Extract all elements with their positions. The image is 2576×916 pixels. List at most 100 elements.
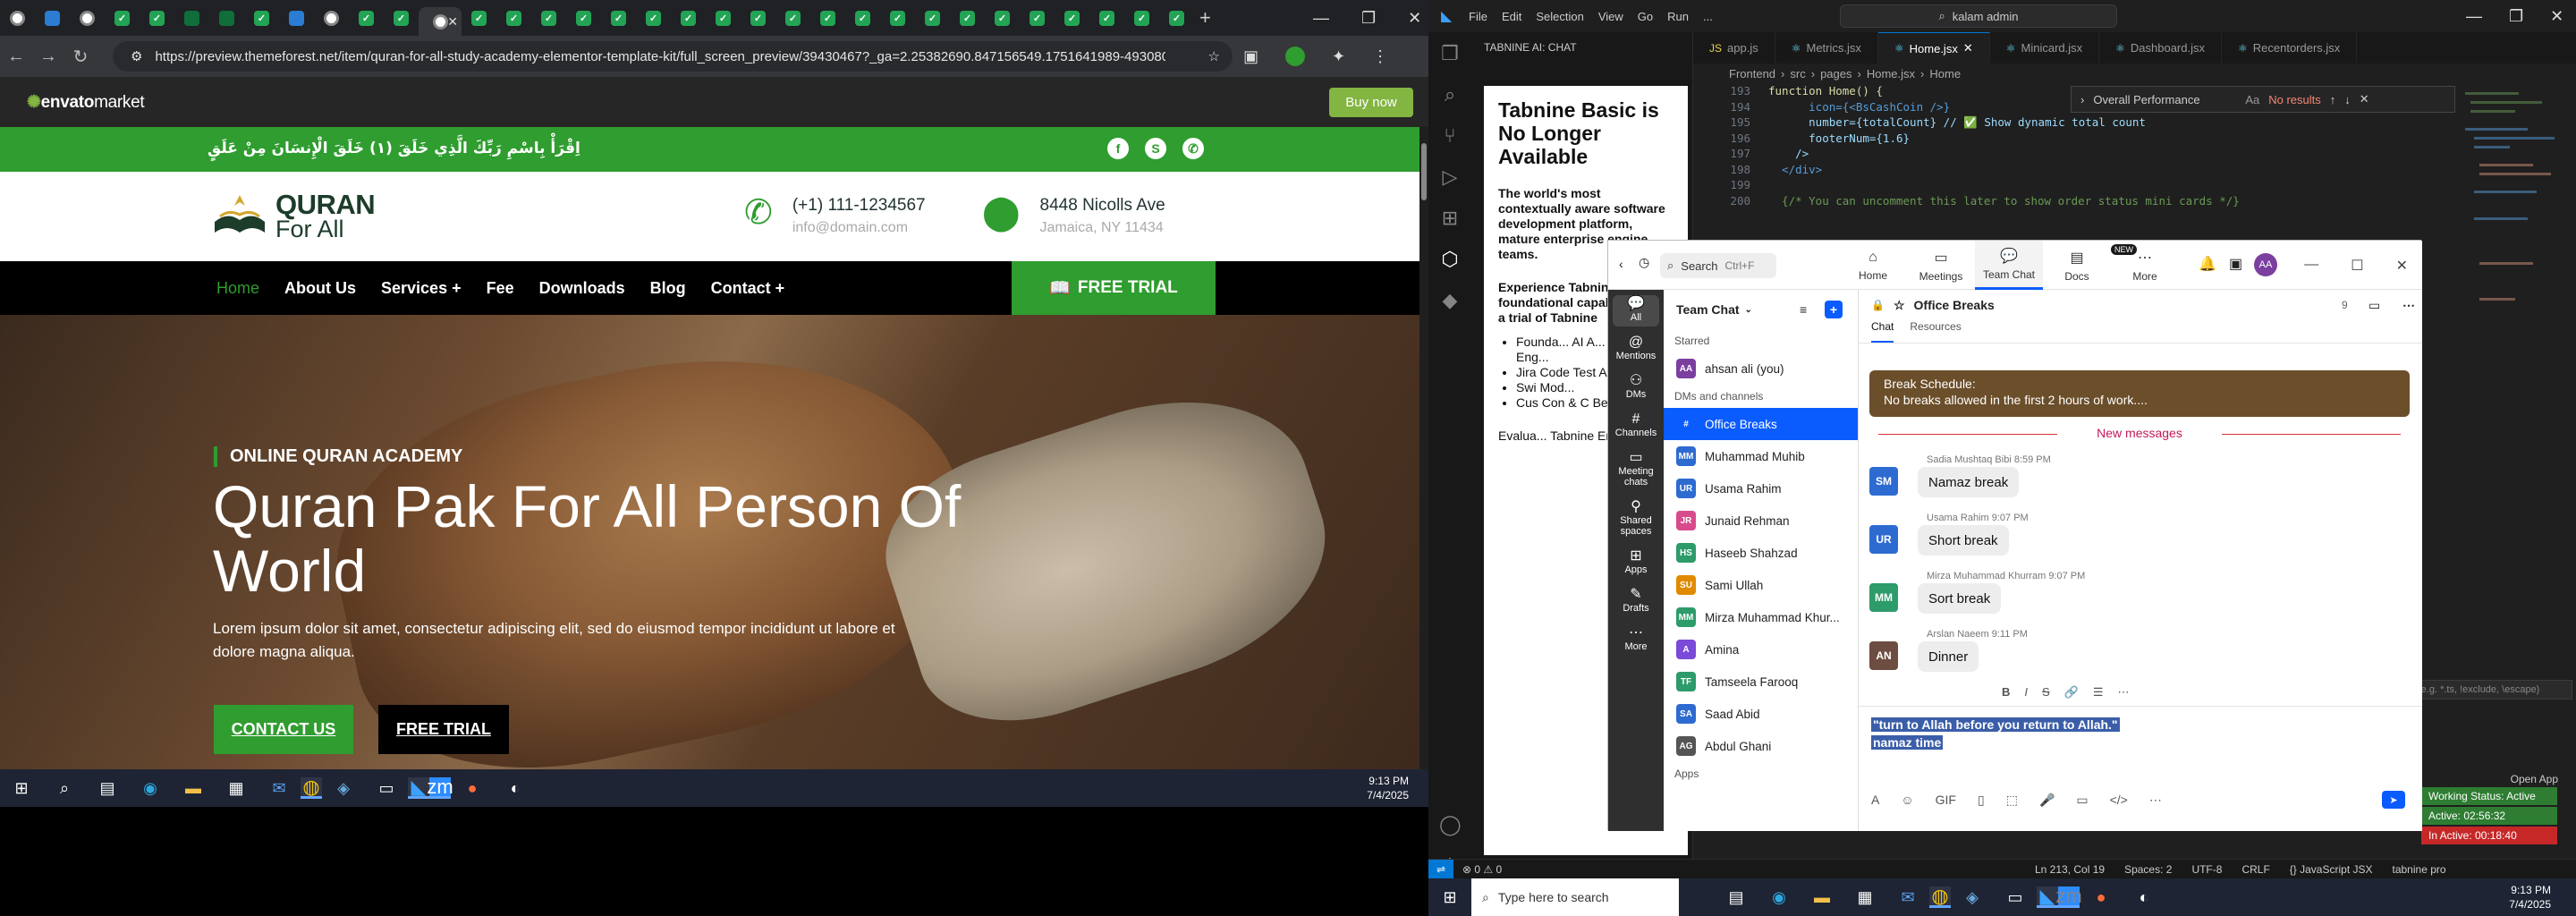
- status-item[interactable]: Ln 213, Col 19: [2035, 863, 2105, 876]
- postman-icon[interactable]: ●: [451, 769, 494, 807]
- status-item[interactable]: UTF-8: [2191, 863, 2222, 876]
- editor-tab[interactable]: JS app.js: [1693, 32, 1775, 64]
- store-icon[interactable]: ▦: [215, 769, 258, 807]
- breadcrumb-item[interactable]: pages: [1820, 67, 1852, 81]
- facebook-icon[interactable]: f: [1107, 138, 1129, 159]
- browser-tab[interactable]: ✓: [140, 4, 174, 32]
- breadcrumb-item[interactable]: src: [1790, 67, 1805, 81]
- nav-item[interactable]: Blog: [650, 279, 686, 298]
- tabnine-icon[interactable]: ⬡: [1439, 249, 1461, 270]
- menu-item[interactable]: File: [1469, 10, 1487, 23]
- breadcrumb-item[interactable]: Home.jsx: [1867, 67, 1915, 81]
- rail-item[interactable]: ⊞ Apps: [1613, 547, 1659, 579]
- more-tools-icon[interactable]: ⋯: [2149, 793, 2162, 808]
- send-icon[interactable]: ➤: [2382, 791, 2405, 809]
- rail-item[interactable]: ⋯ More: [1613, 624, 1659, 656]
- browser-tab[interactable]: ✓: [880, 4, 915, 32]
- forward-icon[interactable]: →: [32, 47, 64, 67]
- arrow-down-icon[interactable]: ↓: [2344, 93, 2351, 106]
- browser-tab[interactable]: ✓: [601, 4, 636, 32]
- menu-item[interactable]: View: [1598, 10, 1623, 23]
- video-icon[interactable]: ▭: [2368, 298, 2380, 313]
- italic-icon[interactable]: I: [2024, 685, 2028, 700]
- search-icon[interactable]: ⌕: [1439, 84, 1461, 106]
- link-icon[interactable]: 🔗: [2064, 685, 2079, 700]
- nav-item[interactable]: Contact +: [711, 279, 785, 298]
- contact-item[interactable]: MM Muhammad Muhib: [1664, 440, 1858, 472]
- rail-item[interactable]: 💬 All: [1613, 295, 1659, 327]
- dms-channels-section[interactable]: DMs and channels: [1664, 385, 1858, 408]
- phone-number[interactable]: (+1) 111-1234567: [792, 195, 926, 216]
- browser-tab[interactable]: ✓: [1159, 4, 1194, 32]
- user-avatar[interactable]: AA: [2254, 253, 2277, 276]
- breadcrumb-item[interactable]: Home: [1929, 67, 1961, 81]
- browser-tab[interactable]: [35, 4, 70, 32]
- nav-item[interactable]: Downloads: [539, 279, 625, 298]
- app-icon[interactable]: ◈: [1951, 878, 1994, 916]
- skype-icon[interactable]: S: [1145, 138, 1166, 159]
- browser-tab[interactable]: [70, 4, 105, 32]
- menu-item[interactable]: Selection: [1536, 10, 1583, 23]
- chat-tab[interactable]: Resources: [1910, 320, 1961, 343]
- browser-tab[interactable]: ✓: [1124, 4, 1159, 32]
- contact-item[interactable]: TF Tamseela Farooq: [1664, 666, 1858, 698]
- minimize-icon[interactable]: —: [2466, 7, 2482, 26]
- email-address[interactable]: info@domain.com: [792, 220, 926, 236]
- rail-item[interactable]: @ Mentions: [1613, 334, 1659, 365]
- zoom-search[interactable]: ⌕ Search Ctrl+F: [1660, 253, 1776, 278]
- menu-item[interactable]: ...: [1703, 10, 1713, 23]
- close-icon[interactable]: ✕: [2360, 92, 2369, 106]
- filter-icon[interactable]: ≡: [1800, 302, 1807, 317]
- free-trial-button[interactable]: FREE TRIAL: [378, 705, 509, 754]
- list-icon[interactable]: ☰: [2093, 685, 2104, 700]
- explorer-icon[interactable]: ❐: [1439, 43, 1461, 64]
- zoom-top-tab[interactable]: 💬 Team Chat: [1975, 241, 2043, 290]
- whatsapp-icon[interactable]: ✆: [1182, 138, 1204, 159]
- browser-tab[interactable]: ✕: [419, 7, 462, 36]
- rail-item[interactable]: # Channels: [1613, 411, 1659, 442]
- code-icon[interactable]: </>: [2110, 793, 2128, 808]
- extensions-icon[interactable]: ⊞: [1439, 208, 1461, 229]
- rail-item[interactable]: ⚇ DMs: [1613, 372, 1659, 403]
- contact-item[interactable]: AG Abdul Ghani: [1664, 730, 1858, 762]
- source-control-icon[interactable]: ⑂: [1439, 125, 1461, 147]
- close-icon[interactable]: ✕: [1408, 9, 1421, 28]
- menu-kebab-icon[interactable]: ⋮: [1372, 47, 1388, 66]
- history-icon[interactable]: ◷: [1639, 255, 1649, 270]
- contact-us-button[interactable]: CONTACT US: [214, 705, 353, 754]
- browser-tab[interactable]: ✓: [496, 4, 531, 32]
- editor-tab[interactable]: ⚛ Home.jsx ✕: [1877, 32, 1990, 64]
- star-icon[interactable]: ☆: [1894, 298, 1905, 313]
- channel-name[interactable]: Office Breaks: [1914, 298, 1995, 312]
- browser-tab[interactable]: ✓: [985, 4, 1020, 32]
- browser-tab[interactable]: ✓: [671, 4, 706, 32]
- chevron-right-icon[interactable]: ›: [2080, 93, 2084, 106]
- windows-start-icon[interactable]: ⊞: [0, 769, 43, 807]
- contact-item[interactable]: UR Usama Rahim: [1664, 472, 1858, 505]
- gif-icon[interactable]: GIF: [1936, 793, 1956, 808]
- problems-count[interactable]: ⊗ 0 ⚠ 0: [1462, 863, 1502, 876]
- browser-tab[interactable]: ✓: [1055, 4, 1089, 32]
- browser-tab[interactable]: ✓: [349, 4, 384, 32]
- exclude-input[interactable]: (e.g. *.ts, !exclude, \escape): [2411, 680, 2572, 700]
- terminal-icon[interactable]: ▭: [1994, 878, 2037, 916]
- open-app-link[interactable]: Open App: [2511, 773, 2558, 785]
- compose-input[interactable]: "turn to Allah before you return to Alla…: [1871, 716, 2120, 751]
- pinned-message[interactable]: Break Schedule: No breaks allowed in the…: [1869, 370, 2410, 417]
- minimize-icon[interactable]: —: [1313, 9, 1329, 28]
- browser-tab[interactable]: [314, 4, 349, 32]
- mail-icon[interactable]: ✉: [1886, 878, 1929, 916]
- editor-tab[interactable]: ⚛ Dashboard.jsx: [2099, 32, 2222, 64]
- status-item[interactable]: CRLF: [2241, 863, 2269, 876]
- file-explorer-icon[interactable]: ▬: [172, 769, 215, 807]
- contact-item[interactable]: A Amina: [1664, 633, 1858, 666]
- browser-tab[interactable]: ✓: [1020, 4, 1055, 32]
- nav-item[interactable]: Services +: [381, 279, 462, 298]
- close-icon[interactable]: ✕: [447, 14, 458, 30]
- buy-now-button[interactable]: Buy now: [1329, 88, 1413, 117]
- browser-tab[interactable]: ✓: [1089, 4, 1124, 32]
- search-icon[interactable]: ⌕: [43, 769, 86, 807]
- layout-icon[interactable]: ▣: [2229, 255, 2242, 273]
- url-input[interactable]: ⚙ https://preview.themeforest.net/item/q…: [113, 41, 1233, 72]
- contact-item[interactable]: SU Sami Ullah: [1664, 569, 1858, 601]
